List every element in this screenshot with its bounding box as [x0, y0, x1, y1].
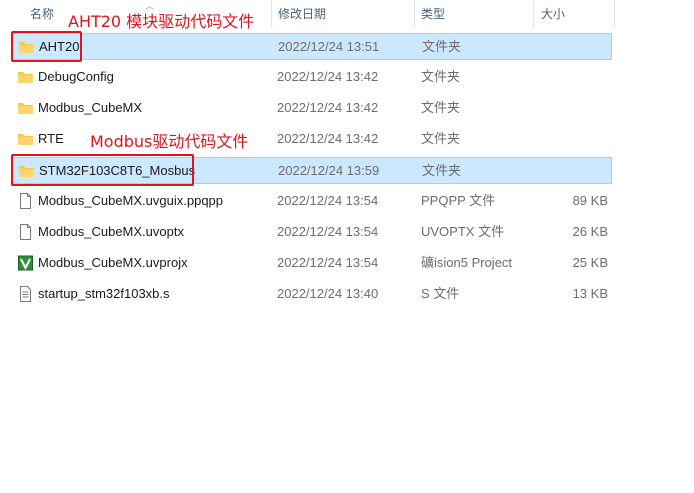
file-row-uvprojx[interactable]: Modbus_CubeMX.uvprojx 2022/12/24 13:54 礦… — [12, 250, 612, 277]
column-header-name[interactable]: 名称 — [30, 0, 54, 28]
folder-icon — [17, 100, 34, 116]
file-date: 2022/12/24 13:40 — [277, 286, 379, 301]
file-type: 文件夹 — [422, 163, 462, 178]
file-type: PPQPP 文件 — [421, 193, 496, 208]
file-size: 13 KB — [572, 286, 608, 301]
file-type: 文件夹 — [421, 100, 461, 115]
file-type: 礦ision5 Project — [421, 255, 513, 270]
file-icon — [17, 193, 34, 209]
file-date: 2022/12/24 13:54 — [277, 224, 379, 239]
file-size: 25 KB — [572, 255, 608, 270]
file-type: 文件夹 — [421, 69, 461, 84]
file-row-startup[interactable]: startup_stm32f103xb.s 2022/12/24 13:40 S… — [12, 281, 612, 308]
file-date: 2022/12/24 13:59 — [278, 163, 380, 178]
file-name: startup_stm32f103xb.s — [38, 286, 170, 301]
file-type: 文件夹 — [421, 131, 461, 146]
column-header-modified[interactable]: 修改日期 — [278, 0, 326, 28]
file-row-modbus-cubemx[interactable]: Modbus_CubeMX 2022/12/24 13:42 文件夹 — [12, 95, 612, 122]
annotation-modbus-note: Modbus驱动代码文件 — [90, 132, 249, 151]
file-name: Modbus_CubeMX.uvguix.ppqpp — [38, 193, 224, 208]
file-type: UVOPTX 文件 — [421, 224, 505, 239]
file-row-debugconfig[interactable]: DebugConfig 2022/12/24 13:42 文件夹 — [12, 64, 612, 91]
column-divider[interactable] — [271, 0, 272, 28]
column-header-size[interactable]: 大小 — [541, 0, 565, 28]
file-icon — [17, 224, 34, 240]
file-row-aht20[interactable]: AHT20 2022/12/24 13:51 文件夹 — [12, 33, 612, 60]
file-date: 2022/12/24 13:42 — [277, 131, 379, 146]
file-date: 2022/12/24 13:42 — [277, 69, 379, 84]
column-header-type[interactable]: 类型 — [421, 0, 445, 28]
file-date: 2022/12/24 13:54 — [277, 255, 379, 270]
column-divider[interactable] — [414, 0, 415, 28]
file-row-uvoptx[interactable]: Modbus_CubeMX.uvoptx 2022/12/24 13:54 UV… — [12, 219, 612, 246]
file-size: 26 KB — [572, 224, 608, 239]
file-explorer: 名称 ︿ 修改日期 类型 大小 AHT20 2022/12/24 13:51 文… — [0, 0, 694, 493]
annotation-aht20-note: AHT20 模块驱动代码文件 — [68, 12, 255, 31]
file-name: Modbus_CubeMX — [38, 100, 143, 115]
highlight-box-stm32-mosbus — [11, 154, 194, 186]
file-name: Modbus_CubeMX.uvprojx — [38, 255, 188, 270]
column-divider[interactable] — [533, 0, 534, 28]
file-name: Modbus_CubeMX.uvoptx — [38, 224, 184, 239]
column-divider[interactable] — [614, 0, 615, 28]
highlight-box-aht20 — [11, 31, 82, 62]
file-type: S 文件 — [421, 286, 460, 301]
file-type: 文件夹 — [422, 39, 462, 54]
file-name: DebugConfig — [38, 69, 114, 84]
file-date: 2022/12/24 13:42 — [277, 100, 379, 115]
text-file-icon — [17, 286, 34, 302]
file-date: 2022/12/24 13:51 — [278, 39, 380, 54]
keil-project-icon — [17, 255, 34, 271]
file-size: 89 KB — [572, 193, 608, 208]
folder-icon — [17, 69, 34, 85]
folder-icon — [17, 131, 34, 147]
file-row-uvguix[interactable]: Modbus_CubeMX.uvguix.ppqpp 2022/12/24 13… — [12, 188, 612, 215]
file-date: 2022/12/24 13:54 — [277, 193, 379, 208]
file-name: RTE — [38, 131, 64, 146]
